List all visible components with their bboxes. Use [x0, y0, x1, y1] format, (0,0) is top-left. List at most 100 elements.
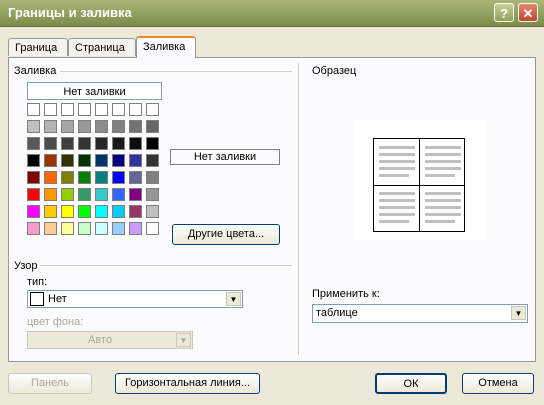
sample-group-label: Образец — [312, 65, 357, 77]
horizontal-line-button[interactable]: Горизонтальная линия... — [115, 373, 260, 394]
color-swatch[interactable] — [78, 137, 91, 150]
fill-separator — [60, 71, 292, 72]
color-swatch[interactable] — [129, 137, 142, 150]
tab-fill[interactable]: Заливка — [136, 36, 196, 58]
chevron-down-icon[interactable]: ▼ — [176, 333, 191, 347]
color-swatch[interactable] — [146, 120, 159, 133]
color-swatch[interactable] — [44, 103, 57, 116]
apply-to-value: таблице — [316, 307, 358, 319]
pattern-swatch — [30, 292, 44, 306]
color-swatch[interactable] — [44, 188, 57, 201]
color-swatch[interactable] — [78, 120, 91, 133]
color-swatch[interactable] — [146, 137, 159, 150]
color-swatch[interactable] — [112, 120, 125, 133]
color-swatch[interactable] — [112, 137, 125, 150]
color-swatch[interactable] — [61, 171, 74, 184]
color-swatch[interactable] — [129, 188, 142, 201]
pattern-type-value: Нет — [48, 293, 67, 305]
sample-hline — [373, 185, 465, 186]
color-swatch[interactable] — [27, 188, 40, 201]
sample-preview — [355, 120, 485, 240]
pattern-bg-value: Авто — [88, 334, 112, 346]
help-button[interactable]: ? — [494, 3, 514, 22]
color-swatch[interactable] — [95, 171, 108, 184]
chevron-down-icon[interactable]: ▼ — [226, 292, 241, 306]
color-swatch[interactable] — [112, 154, 125, 167]
pattern-group-label: Узор — [14, 260, 38, 272]
color-swatch[interactable] — [78, 188, 91, 201]
color-swatch[interactable] — [27, 205, 40, 218]
window-title: Границы и заливка — [8, 5, 132, 20]
color-swatch[interactable] — [27, 154, 40, 167]
color-swatch[interactable] — [95, 154, 108, 167]
color-swatch[interactable] — [44, 205, 57, 218]
tab-page[interactable]: Страница — [68, 38, 136, 56]
tab-borders[interactable]: Граница — [8, 38, 68, 56]
color-swatch[interactable] — [95, 205, 108, 218]
color-swatch[interactable] — [27, 103, 40, 116]
color-swatch[interactable] — [27, 171, 40, 184]
color-swatch[interactable] — [146, 222, 159, 235]
pattern-type-select[interactable]: Нет ▼ — [27, 290, 243, 308]
more-colors-button[interactable]: Другие цвета... — [172, 224, 280, 245]
panel-divider — [298, 63, 299, 355]
pattern-bg-select[interactable]: Авто ▼ — [27, 331, 193, 349]
color-swatch[interactable] — [78, 103, 91, 116]
panel-button[interactable]: Панель — [8, 373, 92, 394]
color-swatch[interactable] — [112, 188, 125, 201]
color-swatch[interactable] — [44, 137, 57, 150]
color-swatch[interactable] — [129, 120, 142, 133]
color-swatch[interactable] — [44, 222, 57, 235]
color-swatch[interactable] — [78, 171, 91, 184]
color-swatch[interactable] — [61, 205, 74, 218]
color-swatch[interactable] — [27, 222, 40, 235]
color-swatch[interactable] — [61, 188, 74, 201]
color-swatch[interactable] — [129, 205, 142, 218]
apply-to-label: Применить к: — [312, 288, 380, 300]
color-swatch[interactable] — [61, 222, 74, 235]
color-swatch[interactable] — [112, 103, 125, 116]
no-fill-option[interactable]: Нет заливки — [27, 82, 162, 100]
selected-fill-preview: Нет заливки — [170, 149, 280, 165]
color-swatch[interactable] — [129, 103, 142, 116]
chevron-down-icon[interactable]: ▼ — [511, 306, 526, 320]
color-swatch[interactable] — [78, 205, 91, 218]
ok-button[interactable]: ОК — [375, 373, 447, 394]
color-swatch[interactable] — [112, 222, 125, 235]
color-swatch[interactable] — [129, 171, 142, 184]
color-swatch[interactable] — [44, 154, 57, 167]
color-swatch[interactable] — [146, 171, 159, 184]
close-button[interactable]: ✕ — [518, 3, 538, 22]
color-swatch[interactable] — [61, 120, 74, 133]
color-swatch[interactable] — [44, 120, 57, 133]
color-swatch[interactable] — [129, 222, 142, 235]
apply-to-select[interactable]: таблице ▼ — [312, 304, 528, 323]
color-swatch[interactable] — [146, 154, 159, 167]
color-swatch[interactable] — [146, 188, 159, 201]
color-swatch[interactable] — [146, 103, 159, 116]
pattern-bg-label: цвет фона: — [27, 316, 84, 328]
cancel-button[interactable]: Отмена — [462, 373, 534, 394]
color-swatch[interactable] — [78, 154, 91, 167]
pattern-separator — [40, 265, 292, 266]
color-swatch[interactable] — [27, 120, 40, 133]
color-swatch[interactable] — [61, 103, 74, 116]
color-swatch[interactable] — [95, 103, 108, 116]
color-swatch[interactable] — [112, 171, 125, 184]
color-swatch[interactable] — [95, 137, 108, 150]
color-swatch[interactable] — [95, 188, 108, 201]
pattern-type-label: тип: — [27, 276, 48, 288]
color-swatch[interactable] — [95, 222, 108, 235]
color-swatch[interactable] — [27, 137, 40, 150]
color-swatch[interactable] — [95, 120, 108, 133]
color-swatch[interactable] — [146, 205, 159, 218]
color-swatch[interactable] — [129, 154, 142, 167]
color-swatch[interactable] — [61, 137, 74, 150]
color-palette — [27, 103, 162, 238]
fill-group-label: Заливка — [14, 65, 57, 77]
color-swatch[interactable] — [44, 171, 57, 184]
color-swatch[interactable] — [78, 222, 91, 235]
color-swatch[interactable] — [112, 205, 125, 218]
color-swatch[interactable] — [61, 154, 74, 167]
title-bar: Границы и заливка ? ✕ — [0, 0, 544, 27]
